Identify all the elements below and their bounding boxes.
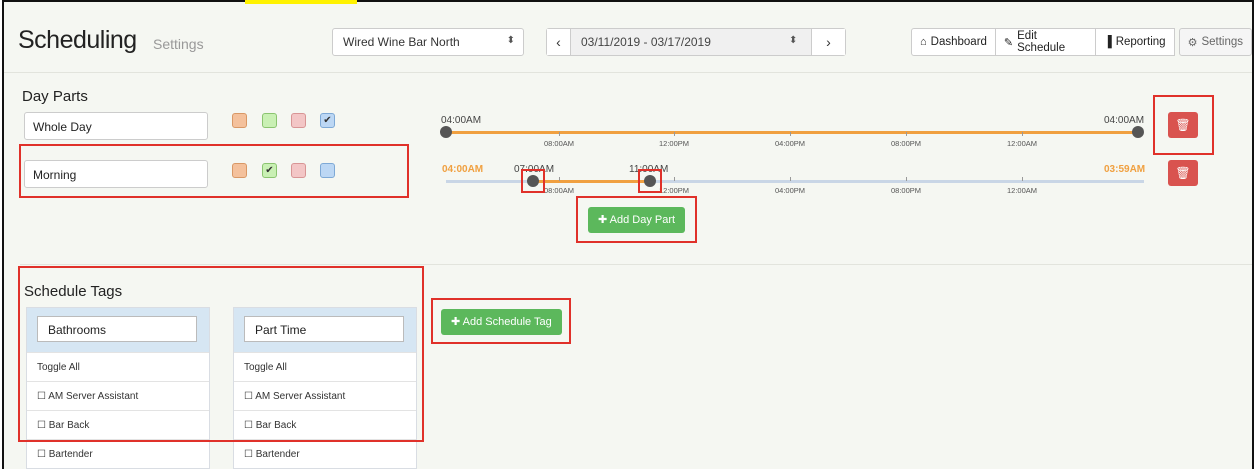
highlight-marker [245, 0, 357, 4]
edit-icon: ✎ [1003, 36, 1014, 49]
highlight-box [1153, 95, 1214, 155]
header: Scheduling Settings Wired Wine Bar North… [4, 20, 1252, 72]
date-range-nav: ‹ 03/11/2019 - 03/17/2019 ⬍ › [546, 28, 846, 56]
day-part-name-input[interactable]: Whole Day [24, 112, 208, 140]
date-range-select[interactable]: 03/11/2019 - 03/17/2019 [581, 35, 711, 49]
role-checkbox-row[interactable]: ☐ Bartender [234, 439, 416, 468]
tick-mark [674, 177, 675, 181]
edit-schedule-button[interactable]: ✎ Edit Schedule [994, 28, 1096, 56]
select-caret-icon: ⬍ [789, 35, 798, 46]
dashboard-label: Dashboard [930, 36, 987, 48]
checkbox-icon[interactable]: ☐ [244, 449, 253, 460]
highlight-box [638, 169, 662, 193]
edit-schedule-label: Edit Schedule [1017, 30, 1066, 54]
checkbox-icon[interactable]: ☐ [37, 449, 46, 460]
app-window: Scheduling Settings Wired Wine Bar North… [2, 0, 1254, 469]
tick-mark [790, 132, 791, 136]
timeline-end-label: 04:00AM [1104, 115, 1145, 126]
divider [4, 72, 1252, 73]
tick-label: 12:00PM [659, 186, 690, 195]
settings-label: Settings [1201, 36, 1243, 48]
role-label: Bartender [255, 449, 300, 460]
settings-button[interactable]: ⚙ Settings [1178, 28, 1252, 56]
tick-mark [906, 132, 907, 136]
highlight-box [19, 144, 409, 198]
timeline-start-label: 04:00AM [441, 115, 482, 126]
tick-label: 04:00PM [775, 186, 806, 195]
prev-week-button[interactable]: ‹ [547, 29, 571, 55]
role-label: Bartender [48, 449, 93, 460]
delete-day-part-button[interactable]: 🗑︎ [1168, 160, 1198, 186]
color-swatch-green[interactable] [262, 113, 277, 128]
color-swatch-pink[interactable] [291, 113, 306, 128]
timeline-range-bar [533, 180, 650, 183]
timeline-range-bar [446, 131, 1138, 134]
tick-label: 12:00AM [1007, 186, 1038, 195]
role-checkbox-row[interactable]: ☐ Bartender [27, 439, 209, 468]
divider [20, 264, 1252, 265]
page-subtitle: Settings [153, 36, 204, 52]
highlight-box [18, 266, 424, 442]
highlight-box [431, 298, 571, 344]
tick-mark [559, 132, 560, 136]
tick-label: 08:00AM [544, 139, 575, 148]
reporting-button[interactable]: ▐ Reporting [1094, 28, 1175, 56]
timeline-start-label: 04:00AM [442, 164, 484, 175]
highlight-box [576, 196, 697, 243]
highlight-box [521, 169, 545, 193]
tick-mark [559, 177, 560, 181]
timeline-start-handle[interactable] [440, 126, 452, 138]
location-value: Wired Wine Bar North [343, 35, 460, 49]
tick-mark [790, 177, 791, 181]
bar-chart-icon: ▐ [1103, 36, 1112, 48]
gear-icon: ⚙ [1187, 36, 1198, 49]
color-swatch-blue[interactable]: ✔ [320, 113, 335, 128]
tick-label: 08:00PM [891, 186, 922, 195]
home-icon: ⌂ [920, 36, 927, 48]
next-week-button[interactable]: › [811, 29, 845, 55]
page-title: Scheduling [18, 26, 137, 54]
color-swatch-orange[interactable] [232, 113, 247, 128]
tick-mark [1022, 132, 1023, 136]
tick-mark [906, 177, 907, 181]
tick-label: 08:00AM [544, 186, 575, 195]
tick-mark [674, 132, 675, 136]
location-select[interactable]: Wired Wine Bar North ⬍ [332, 28, 524, 56]
tick-label: 12:00AM [1007, 139, 1038, 148]
select-caret-icon: ⬍ [506, 35, 515, 46]
day-parts-heading: Day Parts [22, 88, 88, 105]
dashboard-button[interactable]: ⌂ Dashboard [911, 28, 996, 56]
timeline-end-label: 03:59AM [1104, 164, 1146, 175]
tick-mark [1022, 177, 1023, 181]
tick-label: 08:00PM [891, 139, 922, 148]
timeline-end-handle[interactable] [1132, 126, 1144, 138]
tick-label: 12:00PM [659, 139, 690, 148]
reporting-label: Reporting [1115, 36, 1166, 48]
tick-label: 04:00PM [775, 139, 806, 148]
main-nav: ⌂ Dashboard ✎ Edit Schedule ▐ Reporting … [911, 28, 1252, 56]
